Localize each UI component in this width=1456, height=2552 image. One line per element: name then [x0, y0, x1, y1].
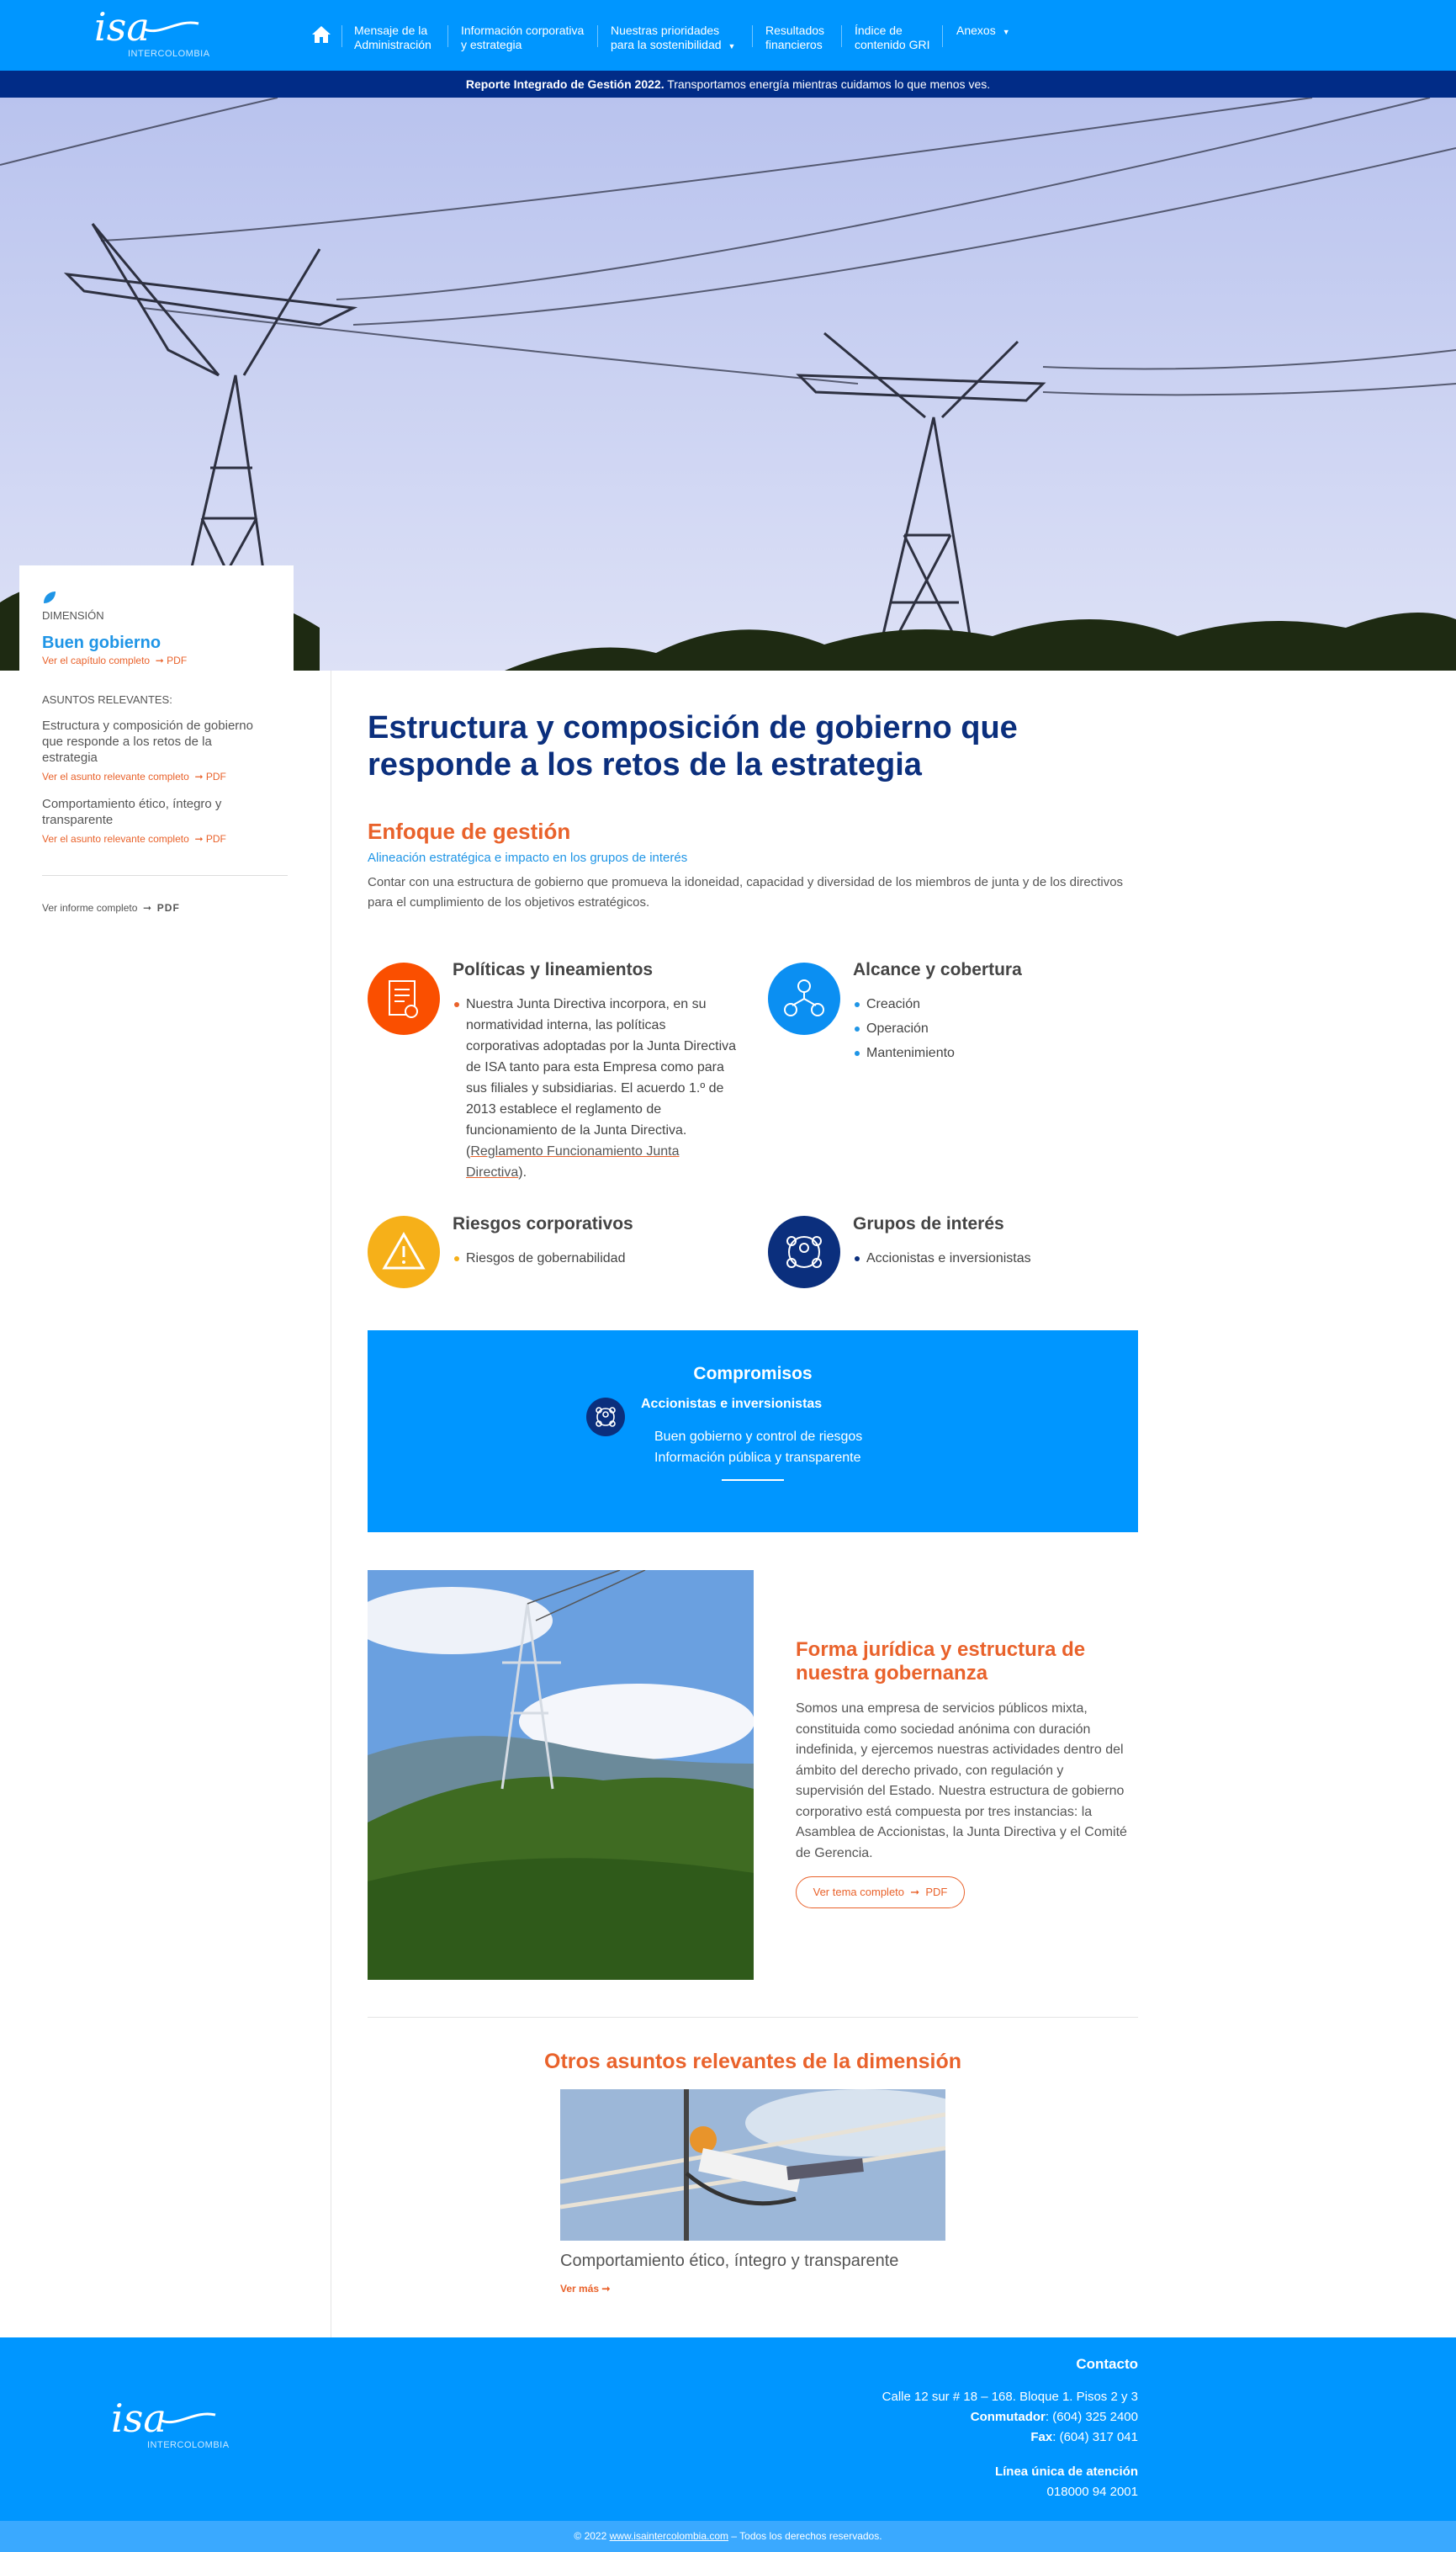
- full-topic-button[interactable]: Ver tema completo ➞ PDF: [796, 1876, 965, 1908]
- risks-list: Riesgos de gobernabilidad: [453, 1248, 739, 1269]
- address: Calle 12 sur # 18 – 168. Bloque 1. Pisos…: [882, 2390, 1138, 2404]
- logo-subtitle: INTERCOLOMBIA: [147, 2440, 230, 2450]
- line-number: 018000 94 2001: [1046, 2485, 1138, 2499]
- svg-text:isa: isa: [111, 2398, 167, 2441]
- chapter-link[interactable]: Ver el capítulo completo ➞ PDF: [42, 655, 187, 666]
- relevant-link[interactable]: Ver el asunto relevante completo ➞ PDF: [42, 833, 269, 845]
- isa-logo[interactable]: isa INTERCOLOMBIA: [93, 4, 210, 61]
- line-title: Línea única de atención: [994, 2464, 1138, 2479]
- copyright-bar: © 2022 www.isaintercolombia.com – Todos …: [0, 2521, 1456, 2552]
- top-navigation: isa INTERCOLOMBIA Mensaje de la Administr…: [0, 0, 1456, 71]
- logo-subtitle: INTERCOLOMBIA: [128, 49, 210, 59]
- landscape-photo: [368, 1570, 754, 1980]
- list-item: Operación: [853, 1018, 1105, 1039]
- arrow-right-icon: ➞: [152, 655, 167, 666]
- stakeholders-icon: [586, 1398, 625, 1436]
- others-title: Otros asuntos relevantes de la dimensión: [544, 2050, 961, 2073]
- arrow-right-icon: ➞: [192, 771, 206, 783]
- legal-title: Forma jurídica y estructura de nuestra g…: [796, 1638, 1086, 1685]
- chevron-down-icon: ▼: [1002, 28, 1010, 36]
- scope-title: Alcance y cobertura: [853, 960, 1022, 979]
- divider: [368, 2017, 1138, 2018]
- sidebar-item-ethics[interactable]: Comportamiento ético, íntegro y transpar…: [42, 796, 269, 845]
- worker-photo[interactable]: [560, 2089, 945, 2241]
- list-item: Creación: [853, 994, 1105, 1015]
- website-link[interactable]: www.isaintercolombia.com: [610, 2530, 728, 2542]
- nav-priorities[interactable]: Nuestras prioridades para la sostenibilid…: [611, 24, 735, 54]
- stakeholders-icon: [768, 1216, 840, 1288]
- list-item: Información pública y transparente: [654, 1451, 861, 1465]
- regulation-link[interactable]: Reglamento Funcionamiento Junta Directiv…: [466, 1144, 679, 1180]
- svg-text:isa: isa: [94, 7, 150, 50]
- nav-gri-index[interactable]: Índice de contenido GRI: [855, 24, 930, 52]
- groups-title: Grupos de interés: [853, 1214, 1004, 1234]
- contact-title: Contacto: [1076, 2356, 1138, 2372]
- commitments-list: Buen gobierno y control de riesgos Infor…: [641, 1426, 977, 1468]
- sidebar-item-structure[interactable]: Estructura y composición de gobierno que…: [42, 718, 269, 783]
- dimension-title[interactable]: Buen gobierno: [42, 634, 161, 653]
- nav-financial[interactable]: Resultados financieros: [765, 24, 824, 52]
- policies-list: Nuestra Junta Directiva incorpora, en su…: [453, 994, 743, 1183]
- divider: [42, 875, 288, 876]
- arrow-right-icon: ➞: [192, 833, 206, 845]
- focus-subtitle: Alineación estratégica e impacto en los …: [368, 851, 688, 865]
- policies-title: Políticas y lineamientos: [453, 960, 654, 979]
- relevant-link[interactable]: Ver el asunto relevante completo ➞ PDF: [42, 771, 269, 783]
- arrow-right-icon: ➞: [137, 902, 157, 914]
- focus-title: Enfoque de gestión: [368, 819, 571, 844]
- report-banner: Reporte Integrado de Gestión 2022. Trans…: [0, 71, 1456, 98]
- groups-list: Accionistas e inversionistas: [853, 1248, 1122, 1269]
- card-title[interactable]: Comportamiento ético, íntegro y transpar…: [560, 2252, 898, 2271]
- legal-text: Somos una empresa de servicios públicos …: [796, 1701, 1127, 1860]
- arrow-right-icon: ➞: [904, 1886, 926, 1898]
- see-more-link[interactable]: Ver más ➞: [560, 2283, 610, 2295]
- list-item: Buen gobierno y control de riesgos: [654, 1430, 863, 1444]
- list-item: Mantenimiento: [853, 1043, 1105, 1064]
- list-item: Riesgos de gobernabilidad: [453, 1248, 739, 1269]
- leaf-icon: [42, 590, 57, 605]
- contact-block: Contacto Calle 12 sur # 18 – 168. Bloque…: [882, 2354, 1138, 2502]
- commitments-group: Accionistas e inversionistas: [641, 1397, 823, 1411]
- chevron-down-icon: ▼: [728, 42, 736, 50]
- nav-annexes[interactable]: Anexos ▼: [956, 24, 1010, 40]
- document-icon: [368, 963, 440, 1035]
- relevant-label: ASUNTOS RELEVANTES:: [42, 693, 172, 706]
- page-title: Estructura y composición de gobierno que…: [368, 710, 1018, 783]
- scope-list: Creación Operación Mantenimiento: [853, 994, 1105, 1064]
- footer-logo[interactable]: isa INTERCOLOMBIA: [109, 2395, 230, 2457]
- list-item: Accionistas e inversionistas: [853, 1248, 1122, 1269]
- full-report-link[interactable]: Ver informe completo ➞ PDF: [42, 902, 180, 914]
- footer: isa INTERCOLOMBIA Contacto Calle 12 sur …: [0, 2337, 1456, 2521]
- risks-title: Riesgos corporativos: [453, 1214, 633, 1234]
- nav-message[interactable]: Mensaje de la Administración: [354, 24, 432, 52]
- dimension-label: DIMENSIÓN: [42, 609, 104, 622]
- commitments-panel: Compromisos Accionistas e inversionistas…: [368, 1330, 1138, 1532]
- warning-icon: [368, 1216, 440, 1288]
- nav-corporate-info[interactable]: Información corporativa y estrategia: [461, 24, 584, 52]
- commitments-title: Compromisos: [693, 1364, 813, 1383]
- home-icon[interactable]: [311, 25, 331, 44]
- divider: [722, 1479, 784, 1481]
- arrow-right-icon: ➞: [599, 2283, 611, 2295]
- network-users-icon: [768, 963, 840, 1035]
- focus-text: Contar con una estructura de gobierno qu…: [368, 875, 1124, 910]
